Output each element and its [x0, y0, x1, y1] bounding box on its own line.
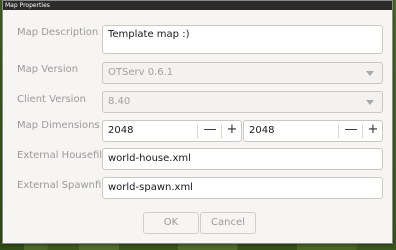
map-version-label: Map Version	[17, 64, 79, 75]
chevron-down-icon	[366, 100, 374, 105]
map-height-value[interactable]: 2048	[249, 125, 274, 136]
map-height-decrement-button[interactable]: —	[341, 121, 361, 141]
map-width-decrement-button[interactable]: —	[200, 121, 220, 141]
ok-button[interactable]: OK	[143, 212, 199, 234]
dialog-title: Map Properties	[3, 1, 392, 10]
map-width-increment-button[interactable]: +	[222, 121, 242, 141]
map-height-stepper[interactable]: 2048 — +	[243, 120, 383, 142]
external-spawnfile-input[interactable]: world-spawn.xml	[102, 177, 383, 199]
map-version-value: OTServ 0.6.1	[108, 67, 174, 78]
map-dimensions-label: Map Dimensions	[17, 120, 100, 131]
external-housefile-value: world-house.xml	[108, 153, 191, 164]
client-version-value: 8.40	[108, 96, 131, 107]
map-description-value: Template map :)	[108, 29, 190, 40]
map-version-select[interactable]: OTServ 0.6.1	[102, 62, 383, 84]
map-properties-dialog: Map Properties Map Description Template …	[2, 0, 393, 244]
client-version-label: Client Version	[17, 94, 86, 105]
external-spawnfile-value: world-spawn.xml	[108, 182, 193, 193]
map-width-value[interactable]: 2048	[108, 125, 133, 136]
external-housefile-label: External Housefile	[17, 150, 109, 161]
client-version-select[interactable]: 8.40	[102, 91, 383, 113]
chevron-down-icon	[366, 71, 374, 76]
external-spawnfile-label: External Spawnfile	[17, 180, 111, 191]
map-width-stepper[interactable]: 2048 — +	[102, 120, 242, 142]
map-height-increment-button[interactable]: +	[363, 121, 383, 141]
cancel-button[interactable]: Cancel	[200, 212, 256, 234]
map-description-field[interactable]: Template map :)	[102, 25, 383, 54]
external-housefile-input[interactable]: world-house.xml	[102, 148, 383, 170]
map-description-label: Map Description	[17, 27, 99, 38]
